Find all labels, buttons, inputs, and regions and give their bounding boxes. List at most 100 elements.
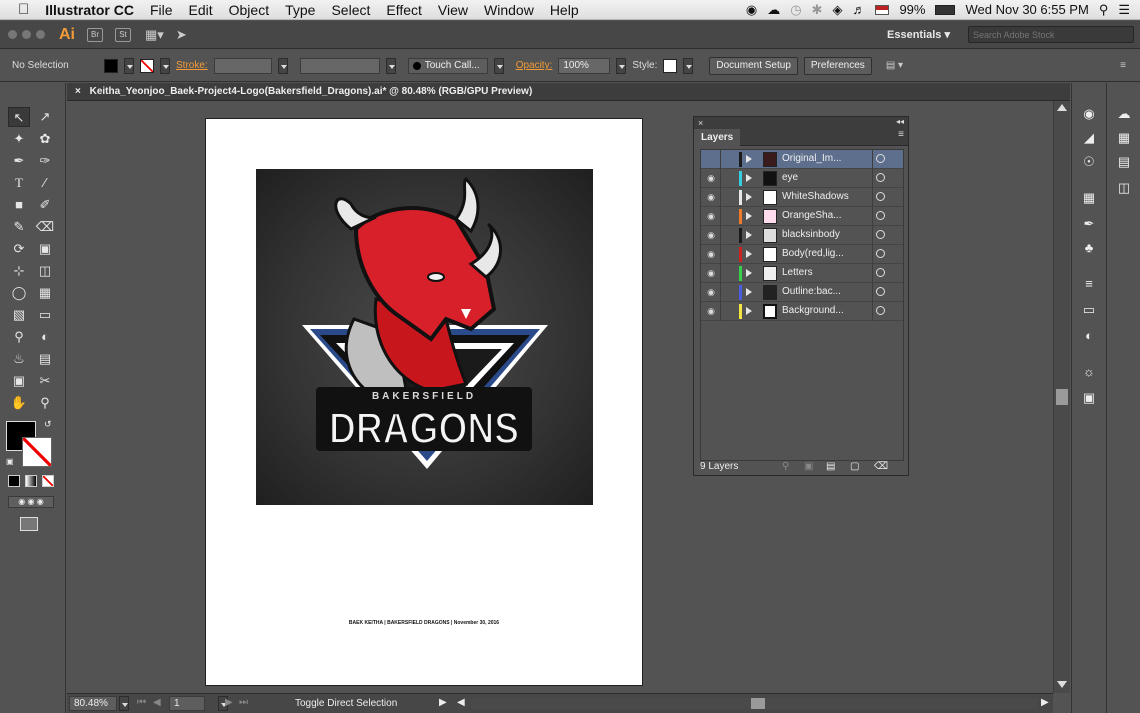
fill-swatch[interactable] (104, 58, 118, 73)
opacity-dropdown[interactable] (616, 57, 627, 74)
layer-name[interactable]: Body(red,lig... (782, 248, 844, 259)
properties-icon[interactable]: ▦ (1113, 129, 1135, 147)
blend-tool-icon[interactable]: ◐ (34, 327, 56, 347)
creative-cloud-icon[interactable]: ◉ (746, 2, 757, 18)
layer-name[interactable]: Original_Im... (782, 153, 841, 164)
bridge-button[interactable]: Br (87, 27, 103, 42)
document-tab[interactable]: × Keitha_Yeonjoo_Baek-Project4-Logo(Bake… (67, 83, 1070, 101)
opacity-label-link[interactable]: Opacity: (516, 60, 553, 71)
lasso-tool-icon[interactable]: ✿ (34, 129, 56, 149)
clock[interactable]: Wed Nov 30 6:55 PM (965, 2, 1088, 17)
align-icon[interactable]: ▤ (1113, 153, 1135, 171)
layer-target-icon[interactable] (876, 268, 885, 277)
profile-dropdown[interactable] (385, 57, 396, 74)
make-clipping-mask-icon[interactable]: ▣ (804, 461, 813, 472)
expand-triangle-icon[interactable] (746, 288, 752, 296)
apple-icon[interactable]:  (10, 1, 37, 18)
artboard-tool-icon[interactable]: ▣ (8, 371, 30, 391)
expand-triangle-icon[interactable] (746, 269, 752, 277)
layer-target-icon[interactable] (876, 211, 885, 220)
expand-triangle-icon[interactable] (746, 307, 752, 315)
scroll-down-arrow[interactable] (1057, 681, 1067, 688)
bluetooth-icon[interactable]: ✱ (812, 2, 823, 18)
paintbrush-tool-icon[interactable]: ✐ (34, 195, 56, 215)
width-tool-icon[interactable]: ⊹ (8, 261, 30, 281)
last-artboard-icon[interactable]: ⏭ (239, 697, 248, 708)
rotate-tool-icon[interactable]: ⟳ (8, 239, 30, 259)
locate-object-icon[interactable]: ⚲ (782, 461, 789, 472)
style-dropdown[interactable] (683, 57, 694, 74)
status-menu-arrow[interactable]: ▶ (439, 697, 447, 708)
appearance-icon[interactable]: ☼ (1078, 363, 1100, 381)
gpu-performance-icon[interactable]: ➤ (176, 27, 187, 43)
color-guide-icon[interactable]: ◉ (1078, 105, 1100, 123)
libraries-icon[interactable]: ☁ (1113, 105, 1135, 123)
menu-file[interactable]: File (142, 2, 181, 18)
expand-triangle-icon[interactable] (746, 193, 752, 201)
panel-options-icon[interactable]: ≡ (898, 129, 904, 140)
eye-icon[interactable]: ◉ (703, 245, 719, 264)
rectangle-tool-icon[interactable]: ■ (8, 195, 30, 215)
stroke-swatch[interactable] (140, 58, 154, 73)
expand-triangle-icon[interactable] (746, 155, 752, 163)
gradient-icon[interactable]: ▭ (1078, 301, 1100, 319)
graphic-style-swatch[interactable] (663, 58, 678, 73)
document-setup-button[interactable]: Document Setup (709, 56, 798, 75)
default-fill-stroke-icon[interactable]: ▣ (6, 457, 14, 466)
layer-target-icon[interactable] (876, 154, 885, 163)
shaper-tool-icon[interactable]: ✎ (8, 217, 30, 237)
direct-selection-tool-icon[interactable]: ↗ (34, 107, 56, 127)
eraser-tool-icon[interactable]: ⌫ (34, 217, 56, 237)
eye-icon[interactable]: ◉ (703, 283, 719, 302)
layer-name[interactable]: Outline:bac... (782, 286, 841, 297)
drawing-mode-icon[interactable]: ◉ ◉ ◉ (8, 496, 54, 508)
lock-toggle[interactable] (720, 150, 736, 169)
zoom-window-dot[interactable] (36, 30, 45, 39)
arrange-icon[interactable]: ▤ ▾ (886, 60, 903, 71)
menu-window[interactable]: Window (476, 2, 542, 18)
stroke-weight-dropdown[interactable] (277, 57, 288, 74)
new-layer-icon[interactable]: ▢ (850, 461, 859, 472)
close-window-dot[interactable] (8, 30, 17, 39)
menu-help[interactable]: Help (542, 2, 587, 18)
zoom-level-field[interactable]: 80.48% (69, 696, 117, 711)
layer-target-icon[interactable] (876, 230, 885, 239)
workspace-switcher[interactable]: Essentials ▾ (887, 28, 950, 41)
menu-type[interactable]: Type (277, 2, 323, 18)
selection-tool-icon[interactable]: ↖ (8, 107, 30, 127)
curvature-tool-icon[interactable]: ✑ (34, 151, 56, 171)
lock-toggle[interactable] (720, 207, 736, 226)
scroll-up-arrow[interactable] (1057, 104, 1067, 111)
fill-dropdown[interactable] (124, 57, 134, 74)
horizontal-scroll-right[interactable]: ▶ (1041, 697, 1049, 708)
layer-target-icon[interactable] (876, 192, 885, 201)
arrange-documents-icon[interactable]: ▦▾ (145, 27, 164, 43)
spotlight-icon[interactable]: ⚲ (1099, 2, 1109, 18)
layer-row[interactable]: Original_Im... (701, 150, 903, 169)
menu-object[interactable]: Object (221, 2, 277, 18)
layer-row[interactable]: ◉ eye (701, 169, 903, 188)
brushes-icon[interactable]: ✒ (1078, 215, 1100, 233)
menu-view[interactable]: View (430, 2, 476, 18)
eye-icon[interactable]: ◉ (703, 207, 719, 226)
pathfinder-icon[interactable]: ◫ (1113, 179, 1135, 197)
free-transform-tool-icon[interactable]: ◫ (34, 261, 56, 281)
brush-dropdown[interactable] (493, 57, 504, 74)
volume-icon[interactable]: ♬ (852, 2, 865, 17)
scale-tool-icon[interactable]: ▣ (34, 239, 56, 259)
graphic-styles-icon[interactable]: ▣ (1078, 389, 1100, 407)
horizontal-scroll-thumb[interactable] (751, 698, 765, 709)
layer-name[interactable]: eye (782, 172, 798, 183)
battery-icon[interactable] (935, 4, 956, 15)
collapse-panel-icon[interactable]: ◂◂ (896, 117, 904, 126)
stroke-label-link[interactable]: Stroke: (176, 60, 208, 71)
layer-row[interactable]: ◉ Letters (701, 264, 903, 283)
previous-artboard-icon[interactable]: ◀ (153, 697, 161, 708)
eye-icon[interactable]: ◉ (703, 188, 719, 207)
expand-triangle-icon[interactable] (746, 174, 752, 182)
next-artboard-icon[interactable]: ▶ (225, 697, 233, 708)
hand-tool-icon[interactable]: ✋ (8, 393, 30, 413)
eye-icon[interactable]: ◉ (703, 302, 719, 321)
vertical-scrollbar[interactable] (1053, 101, 1070, 693)
lock-toggle[interactable] (720, 188, 736, 207)
